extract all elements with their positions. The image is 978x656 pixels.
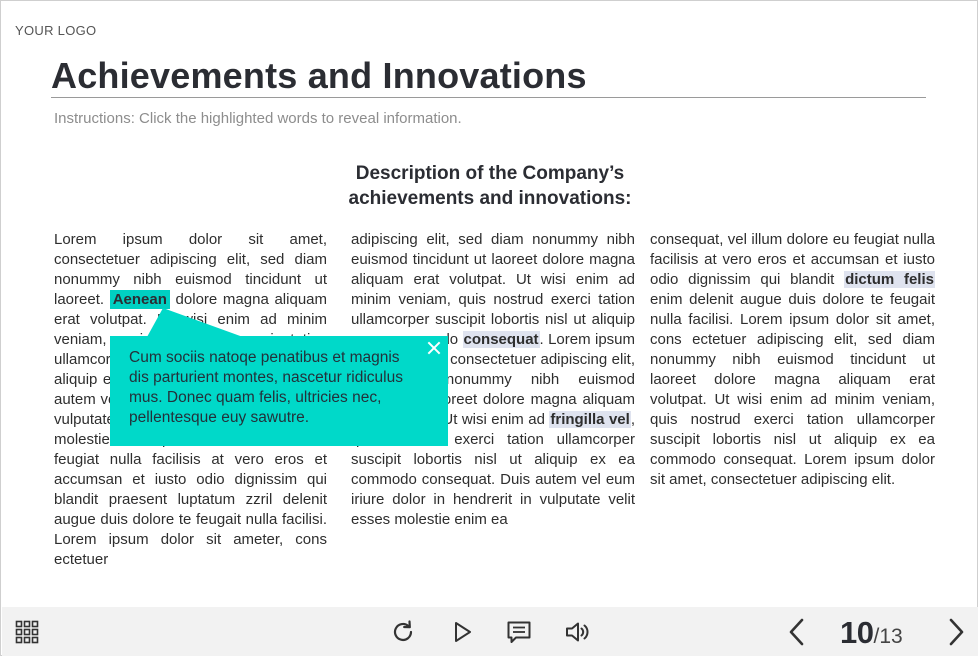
menu-button[interactable] xyxy=(13,618,41,646)
column-text: enim delenit augue duis dolore te feugai… xyxy=(650,291,935,488)
logo: YOUR LOGO xyxy=(15,23,97,38)
page-title: Achievements and Innovations xyxy=(51,55,587,96)
notes-button[interactable] xyxy=(505,618,533,646)
section-heading-line1: Description of the Company’s xyxy=(355,163,625,184)
highlight-word-fringilla-vel[interactable]: fringilla vel xyxy=(549,411,631,428)
column-text: molestie consequat, vel illum dolore eu … xyxy=(54,431,327,568)
replay-button[interactable] xyxy=(389,618,417,646)
instructions-text: Instructions: Click the highlighted word… xyxy=(54,110,462,127)
highlight-word-dictum-felis[interactable]: dictum felis xyxy=(844,271,935,288)
play-icon xyxy=(455,622,471,642)
volume-icon xyxy=(566,622,589,642)
tooltip-pointer xyxy=(147,308,243,337)
next-slide-button[interactable] xyxy=(942,618,970,646)
section-heading: Description of the Company’s achievement… xyxy=(1,161,978,211)
replay-icon xyxy=(393,620,413,641)
grid-menu-icon xyxy=(15,620,39,644)
section-heading-line2: achievements and innovations: xyxy=(348,188,632,209)
prev-slide-button[interactable] xyxy=(783,618,811,646)
volume-button[interactable] xyxy=(563,618,591,646)
text-column-3: consequat, vel illum dolore eu feugiat n… xyxy=(650,230,935,490)
prev-arrow-icon xyxy=(789,618,804,646)
player-toolbar: 10 /13 xyxy=(2,607,978,656)
tooltip-text: Cum sociis natoqe penatibus et magnis di… xyxy=(129,349,403,426)
page-current: 10 xyxy=(840,615,874,650)
title-divider xyxy=(51,97,926,98)
next-arrow-icon xyxy=(949,618,964,646)
page-total: /13 xyxy=(873,625,903,648)
page-counter: 10 /13 xyxy=(840,615,903,650)
highlight-word-aenean[interactable]: Aenean xyxy=(109,290,170,309)
info-tooltip: Cum sociis natoqe penatibus et magnis di… xyxy=(110,336,448,446)
slide-frame: YOUR LOGO Achievements and Innovations I… xyxy=(0,0,978,656)
close-icon[interactable] xyxy=(426,340,442,356)
notes-icon xyxy=(507,621,531,643)
highlight-word-consequat[interactable]: consequat xyxy=(462,331,540,348)
play-button[interactable] xyxy=(448,618,476,646)
